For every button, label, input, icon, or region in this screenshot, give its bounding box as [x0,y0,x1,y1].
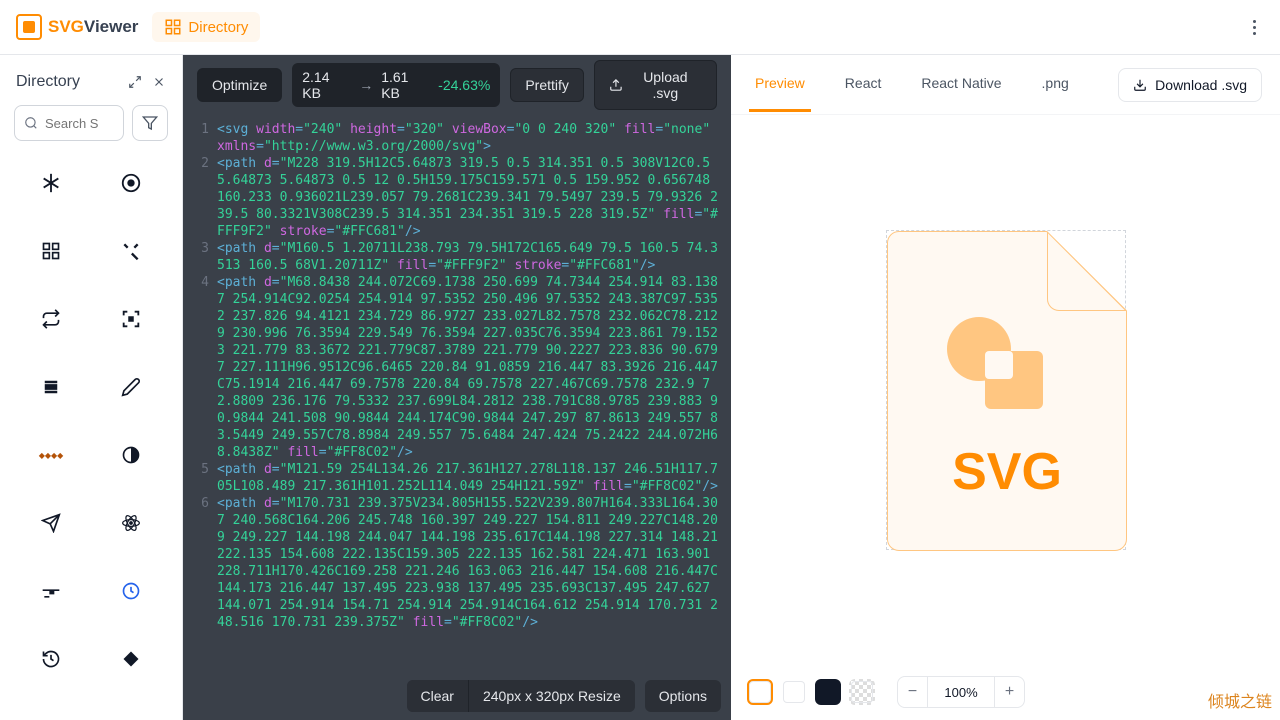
swatch-black[interactable] [815,679,841,705]
zoom-control: − 100% + [897,676,1025,708]
icon-target[interactable] [107,159,155,207]
arrow-icon: → [359,77,373,93]
swatch-white[interactable] [747,679,773,705]
grid-icon [164,18,182,36]
editor-footer: Clear 240px x 320px Resize Options [407,680,721,712]
options-button[interactable]: Options [645,680,721,712]
icon-brand[interactable]: ◆◆◆◆ [27,431,75,479]
tab-preview[interactable]: Preview [749,57,811,112]
preview-controls: − 100% + [731,664,1280,720]
canvas-wrap: SVG [731,115,1280,664]
icon-clock[interactable] [107,567,155,615]
zoom-out-button[interactable]: − [898,677,928,707]
swatch-light[interactable] [781,679,807,705]
resize-button[interactable]: 240px x 320px Resize [469,680,635,712]
filter-button[interactable] [132,105,168,141]
preview-tabs: Preview React React Native .png Download .s… [731,55,1280,115]
icon-asterisk[interactable] [27,159,75,207]
sidebar-title: Directory [16,73,80,91]
size-before: 2.14 KB [302,69,351,101]
icon-history[interactable] [27,635,75,683]
expand-icon[interactable] [128,75,142,89]
icon-grid: ◆◆◆◆ [14,155,168,683]
icon-diamond[interactable] [107,635,155,683]
svg-text: SVG [952,443,1062,501]
upload-button[interactable]: Upload .svg [594,60,717,110]
editor-toolbar: Optimize 2.14 KB → 1.61 KB -24.63% Prett… [183,55,731,115]
icon-send[interactable] [27,499,75,547]
app-logo[interactable]: SVGViewer [16,14,138,40]
search-row [14,105,168,141]
close-icon[interactable] [152,75,166,89]
logo-icon [16,14,42,40]
icon-repeat[interactable] [27,295,75,343]
preview-pane: Preview React React Native .png Download .s… [731,55,1280,720]
directory-button[interactable]: Directory [152,12,260,42]
directory-label: Directory [188,19,248,36]
logo-text-1: SVG [48,17,84,36]
size-after: 1.61 KB [381,69,430,101]
logo-text-2: Viewer [84,17,139,36]
bg-swatches [747,679,875,705]
header-left: SVGViewer Directory [16,12,260,42]
app-header: SVGViewer Directory [0,0,1280,55]
editor-pane: Optimize 2.14 KB → 1.61 KB -24.63% Prett… [183,55,731,720]
search-input[interactable] [14,105,124,141]
filter-icon [142,115,158,131]
icon-atom[interactable] [107,499,155,547]
optimize-button[interactable]: Optimize [197,68,282,102]
prettify-button[interactable]: Prettify [510,68,584,102]
tab-reactnative[interactable]: React Native [915,57,1007,112]
tab-png[interactable]: .png [1036,57,1075,112]
zoom-value: 100% [928,685,994,700]
icon-tools[interactable] [107,227,155,275]
watermark: 倾城之链 [1208,688,1272,712]
sidebar: Directory ◆◆◆◆ [0,55,183,720]
svg-canvas: SVG [886,230,1126,550]
upload-icon [609,78,623,92]
zoom-in-button[interactable]: + [994,677,1024,707]
download-icon [1133,78,1147,92]
sidebar-header: Directory [14,67,168,105]
tab-react[interactable]: React [839,57,888,112]
code-editor[interactable]: 1<svg width="240" height="320" viewBox="… [183,115,731,720]
size-pct: -24.63% [438,77,490,93]
icon-grid4[interactable] [27,227,75,275]
icon-contrast[interactable] [107,431,155,479]
icon-heli[interactable] [27,567,75,615]
menu-button[interactable] [1245,12,1264,43]
icon-pen[interactable] [107,363,155,411]
icon-scan[interactable] [107,295,155,343]
swatch-transparent[interactable] [849,679,875,705]
clear-button[interactable]: Clear [407,680,469,712]
size-info: 2.14 KB → 1.61 KB -24.63% [292,63,500,107]
download-button[interactable]: Download .svg [1118,68,1262,102]
main: Directory ◆◆◆◆ [0,55,1280,720]
icon-book[interactable] [27,363,75,411]
